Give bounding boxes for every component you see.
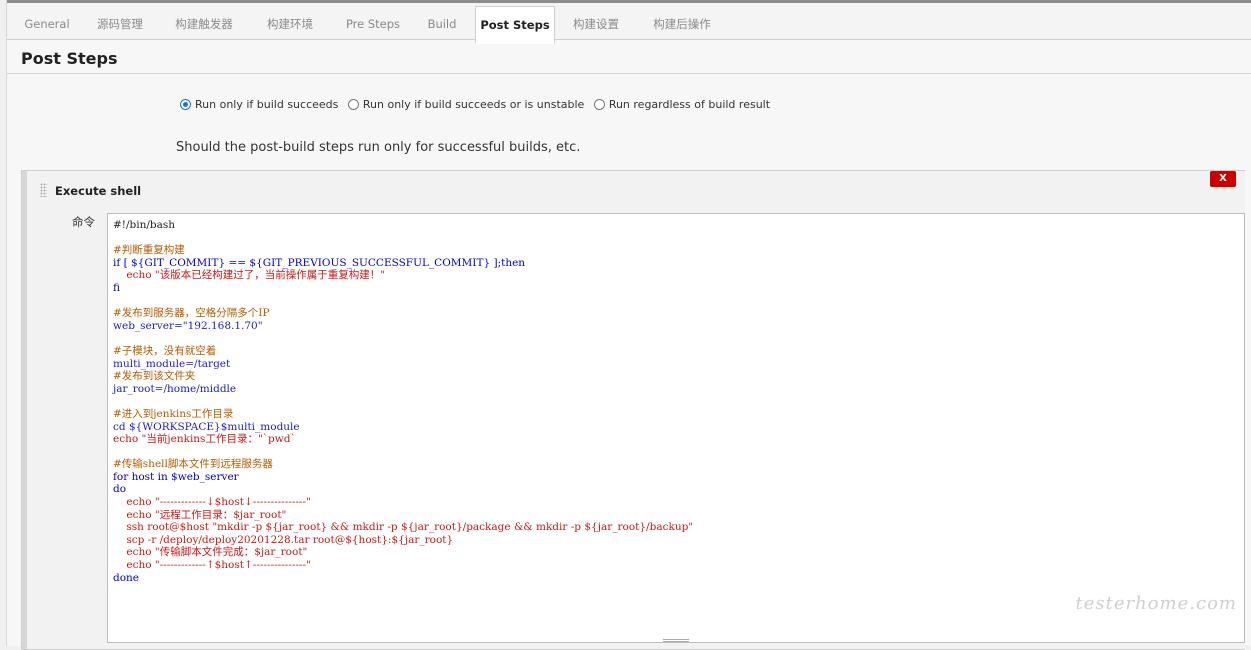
script-line: #发布到该文件夹 (113, 370, 196, 383)
script-line: echo "传输脚本文件完成：$jar_root" (113, 546, 308, 559)
tab-build[interactable]: Build (417, 6, 467, 43)
section-title: Post Steps (21, 49, 118, 68)
script-line: multi_module=/target (113, 357, 231, 370)
script-line: if [ ${GIT_COMMIT} == ${GIT_PREVIOUS_SUC… (113, 256, 526, 269)
step-left-rail (22, 171, 27, 649)
script-line: #!/bin/bash (113, 219, 176, 231)
resize-grip-icon[interactable] (663, 639, 689, 642)
tab-post-build-actions[interactable]: 构建后操作 (642, 6, 722, 43)
script-line: #发布到服务器，空格分隔多个IP (113, 307, 270, 320)
command-label: 命令 (72, 215, 95, 229)
tab-build-triggers[interactable]: 构建触发器 (164, 6, 244, 43)
script-line: #进入到jenkins工作目录 (113, 407, 234, 420)
tab-build-environment[interactable]: 构建环境 (257, 6, 323, 43)
script-line: web_server="192.168.1.70" (113, 319, 263, 332)
tab-post-steps[interactable]: Post Steps (475, 6, 555, 44)
tab-general[interactable]: General (17, 6, 77, 43)
tab-build-settings[interactable]: 构建设置 (563, 6, 629, 43)
script-line: do (113, 483, 127, 496)
execute-shell-step: Execute shell X 命令 #!/bin/bash #判断重复构建 i… (21, 170, 1245, 650)
radio-label: Run only if build succeeds or is unstabl… (362, 97, 585, 111)
script-line: ssh root@$host "mkdir -p ${jar_root} && … (113, 521, 694, 534)
tab-source-control[interactable]: 源码管理 (87, 6, 153, 43)
script-line: done (113, 571, 140, 584)
script-line: echo "该版本已经构建过了，当前操作属于重复构建！" (113, 269, 386, 282)
step-title: Execute shell (55, 184, 142, 198)
radio-label: Run regardless of build result (608, 97, 771, 111)
radio-run-regardless[interactable] (593, 98, 605, 110)
tab-pre-steps[interactable]: Pre Steps (338, 6, 408, 43)
section-divider (7, 73, 1251, 74)
script-line: echo "-------------↓$host↓--------------… (113, 496, 311, 509)
script-line: scp -r /deploy/deploy20201228.tar root@$… (113, 533, 454, 546)
script-line: #传输shell脚本文件到远程服务器 (113, 458, 273, 471)
watermark: testerhome.com (1075, 593, 1237, 614)
script-line: echo "远程工作目录：$jar_root" (113, 508, 287, 521)
page: General 源码管理 构建触发器 构建环境 Pre Steps Build … (6, 0, 1251, 650)
help-text: Should the post-build steps run only for… (176, 140, 581, 155)
script-line: cd ${WORKSPACE}$multi_module (113, 420, 300, 433)
script-line: echo "当前jenkins工作目录："`pwd` (113, 433, 296, 446)
script-line: for host in $web_server (113, 470, 239, 483)
delete-step-button[interactable]: X (1210, 171, 1236, 187)
command-editor[interactable]: #!/bin/bash #判断重复构建 if [ ${GIT_COMMIT} =… (107, 213, 1245, 643)
radio-run-if-succeeds[interactable] (180, 98, 191, 110)
config-tab-bar: General 源码管理 构建触发器 构建环境 Pre Steps Build … (7, 0, 1251, 44)
script-line: jar_root=/home/middle (113, 382, 237, 395)
script-line: #判断重复构建 (113, 244, 185, 257)
script-code[interactable]: #!/bin/bash #判断重复构建 if [ ${GIT_COMMIT} =… (113, 219, 693, 584)
run-condition-options: Run only if build succeeds Run only if b… (180, 97, 776, 111)
radio-label: Run only if build succeeds (195, 97, 339, 111)
script-line: fi (113, 281, 121, 294)
script-line: echo "-------------↑$host↑--------------… (113, 559, 311, 572)
script-line: #子模块，没有就空着 (113, 344, 217, 357)
radio-run-if-succeeds-or-unstable[interactable] (347, 98, 359, 110)
drag-handle-icon[interactable] (40, 183, 47, 197)
